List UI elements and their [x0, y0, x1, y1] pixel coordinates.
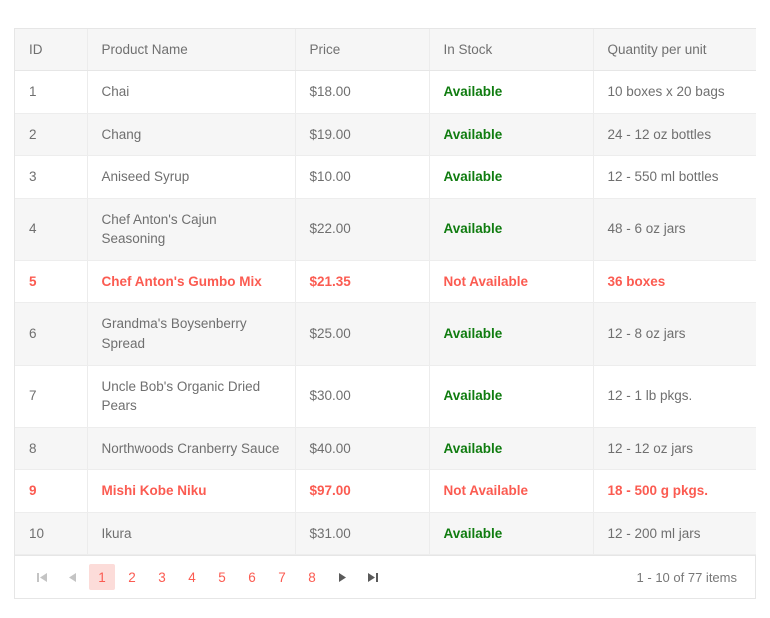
stock-status-badge: Available — [443, 221, 503, 237]
cell-price: $19.00 — [295, 113, 430, 157]
stock-status-badge: Available — [443, 169, 503, 185]
pager-item-count: 1 - 10 of 77 items — [636, 569, 737, 585]
table-row[interactable]: 9 Mishi Kobe Niku $97.00 Not Available 18 - … — [15, 469, 756, 513]
last-page-icon[interactable] — [357, 564, 387, 590]
stock-status-badge: Available — [443, 440, 503, 456]
cell-in-stock: Available — [429, 155, 594, 199]
column-header-qty[interactable]: Quantity per unit — [593, 29, 756, 71]
cell-id: 4 — [15, 198, 88, 261]
stock-status-badge: Available — [443, 126, 503, 142]
table-row[interactable]: 6 Grandma's Boysenberry Spread $25.00 Avail… — [15, 302, 756, 366]
column-header-price[interactable]: Price — [295, 29, 430, 71]
cell-in-stock: Not Available — [429, 469, 594, 513]
first-page-icon[interactable] — [27, 564, 57, 590]
cell-id: 9 — [15, 469, 88, 513]
cell-price: $22.00 — [295, 198, 430, 261]
cell-quantity-per-unit: 12 - 1 lb pkgs. — [593, 365, 756, 428]
table-row[interactable]: 4 Chef Anton's Cajun Seasoning $22.00 Avail… — [15, 198, 756, 261]
cell-in-stock: Available — [429, 427, 594, 471]
cell-quantity-per-unit: 12 - 550 ml bottles — [593, 155, 756, 199]
page-button-1[interactable]: 1 — [89, 564, 115, 591]
cell-id: 8 — [15, 427, 88, 471]
pager-controls: 1 2 3 4 5 6 7 8 — [27, 564, 387, 591]
pager: 1 2 3 4 5 6 7 8 1 - 10 of 77 items — [15, 555, 755, 599]
stock-status-badge: Available — [443, 525, 503, 541]
products-table: ID Product Name Price In Stock Quantity … — [15, 29, 756, 556]
stock-status-badge: Available — [443, 326, 503, 342]
cell-in-stock: Available — [429, 302, 594, 366]
table-row[interactable]: 1 Chai $18.00 Available 10 boxes x 20 bags — [15, 70, 756, 114]
column-header-name[interactable]: Product Name — [87, 29, 296, 71]
table-row[interactable]: 2 Chang $19.00 Available 24 - 12 oz bottles — [15, 113, 756, 157]
table-body: 1 Chai $18.00 Available 10 boxes x 20 bags 2 C… — [15, 70, 756, 556]
table-row[interactable]: 5 Chef Anton's Gumbo Mix $21.35 Not Availab… — [15, 260, 756, 304]
cell-product-name: Uncle Bob's Organic Dried Pears — [87, 365, 296, 428]
cell-in-stock: Available — [429, 365, 594, 428]
cell-price: $21.35 — [295, 260, 430, 304]
header-row: ID Product Name Price In Stock Quantity … — [15, 29, 756, 71]
cell-product-name: Grandma's Boysenberry Spread — [87, 302, 296, 366]
cell-id: 2 — [15, 113, 88, 157]
cell-price: $10.00 — [295, 155, 430, 199]
cell-id: 7 — [15, 365, 88, 428]
cell-product-name: Chef Anton's Cajun Seasoning — [87, 198, 296, 261]
cell-product-name: Northwoods Cranberry Sauce — [87, 427, 296, 471]
page-button-8[interactable]: 8 — [299, 564, 325, 590]
table-header: ID Product Name Price In Stock Quantity … — [15, 29, 756, 71]
cell-product-name: Aniseed Syrup — [87, 155, 296, 199]
cell-price: $18.00 — [295, 70, 430, 114]
cell-price: $40.00 — [295, 427, 430, 471]
page-button-4[interactable]: 4 — [179, 564, 205, 590]
cell-price: $97.00 — [295, 469, 430, 513]
stock-status-badge: Not Available — [443, 273, 529, 289]
page-button-2[interactable]: 2 — [119, 564, 145, 590]
cell-quantity-per-unit: 24 - 12 oz bottles — [593, 113, 756, 157]
stock-status-badge: Available — [443, 84, 503, 99]
cell-id: 5 — [15, 260, 88, 304]
cell-quantity-per-unit: 36 boxes — [593, 260, 756, 304]
stock-status-badge: Not Available — [443, 483, 529, 499]
cell-quantity-per-unit: 48 - 6 oz jars — [593, 198, 756, 261]
cell-price: $25.00 — [295, 302, 430, 366]
cell-quantity-per-unit: 12 - 8 oz jars — [593, 302, 756, 366]
cell-id: 3 — [15, 155, 88, 199]
table-row[interactable]: 10 Ikura $31.00 Available 12 - 200 ml jars — [15, 512, 756, 556]
page-button-6[interactable]: 6 — [239, 564, 265, 590]
cell-quantity-per-unit: 12 - 12 oz jars — [593, 427, 756, 471]
page-button-5[interactable]: 5 — [209, 564, 235, 590]
column-header-id[interactable]: ID — [15, 29, 88, 71]
table-row[interactable]: 3 Aniseed Syrup $10.00 Available 12 - 550 ml… — [15, 155, 756, 199]
cell-in-stock: Available — [429, 70, 594, 114]
cell-in-stock: Not Available — [429, 260, 594, 304]
page-button-3[interactable]: 3 — [149, 564, 175, 590]
next-page-icon[interactable] — [327, 564, 357, 590]
cell-in-stock: Available — [429, 512, 594, 556]
cell-price: $30.00 — [295, 365, 430, 428]
cell-product-name: Chang — [87, 113, 296, 157]
cell-product-name: Ikura — [87, 512, 296, 556]
table-row[interactable]: 8 Northwoods Cranberry Sauce $40.00 Availab… — [15, 427, 756, 471]
cell-quantity-per-unit: 12 - 200 ml jars — [593, 512, 756, 556]
page-button-7[interactable]: 7 — [269, 564, 295, 590]
cell-quantity-per-unit: 10 boxes x 20 bags — [593, 70, 756, 114]
table-row[interactable]: 7 Uncle Bob's Organic Dried Pears $30.00 Av… — [15, 365, 756, 428]
cell-product-name: Chef Anton's Gumbo Mix — [87, 260, 296, 304]
cell-product-name: Mishi Kobe Niku — [87, 469, 296, 513]
cell-id: 10 — [15, 512, 88, 556]
cell-in-stock: Available — [429, 113, 594, 157]
stock-status-badge: Available — [443, 388, 503, 404]
cell-product-name: Chai — [87, 70, 296, 114]
cell-price: $31.00 — [295, 512, 430, 556]
column-header-stock[interactable]: In Stock — [429, 29, 594, 71]
previous-page-icon[interactable] — [57, 564, 87, 590]
cell-quantity-per-unit: 18 - 500 g pkgs. — [593, 469, 756, 513]
products-grid: ID Product Name Price In Stock Quantity … — [14, 28, 756, 600]
cell-id: 6 — [15, 302, 88, 366]
cell-id: 1 — [15, 70, 88, 114]
cell-in-stock: Available — [429, 198, 594, 261]
